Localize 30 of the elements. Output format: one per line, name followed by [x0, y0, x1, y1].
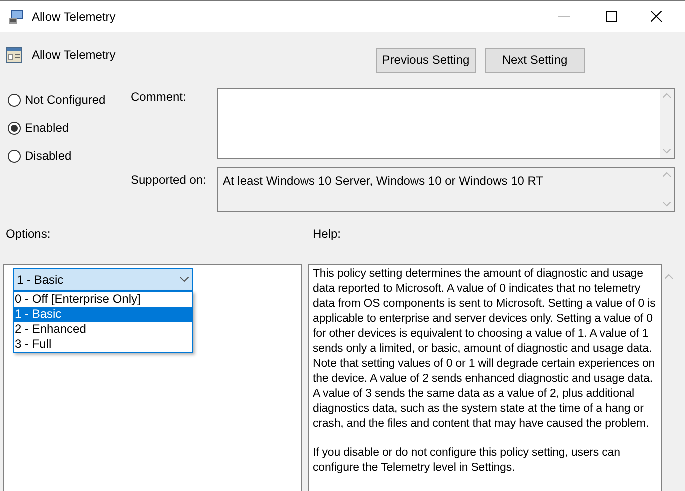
dropdown-option[interactable]: 0 - Off [Enterprise Only]: [14, 292, 192, 307]
chevron-down-icon: [180, 277, 189, 282]
computer-icon: [8, 8, 24, 24]
help-label: Help:: [313, 226, 342, 243]
comment-label: Comment:: [131, 89, 188, 106]
radio-button[interactable]: [8, 122, 21, 134]
nav-button[interactable]: Previous Setting: [376, 48, 476, 72]
radio-button[interactable]: [8, 94, 21, 106]
radio-button[interactable]: [8, 150, 21, 162]
radio-label: Disabled: [25, 148, 72, 165]
radio-label: Enabled: [25, 120, 70, 137]
comment-field[interactable]: [217, 88, 675, 159]
dropdown-value: 1 - Basic: [17, 272, 65, 288]
close-icon[interactable]: [651, 11, 662, 22]
window-title: Allow Telemetry: [32, 8, 116, 26]
help-text: If you disable or do not configure this policy setting, users can configure the Telemetry level in Settings.: [313, 446, 622, 476]
supported-on-text: At least Windows 10 Server, Windows 10 or Windows 10 RT: [222, 173, 545, 190]
supported-on-label: Supported on:: [131, 172, 208, 189]
help-text: This policy setting determines the amount of diagnostic and usage data reported to Microsoft. A value of 0 indicates that no telemetry data from OS components is sent to Microsoft. Setting a value of 0 is applicable to enterprise and server devices only. Setting a value of 0 for other devices is equivalent to choosing a value of 1. A value of 1 sends only a limited, or basic, amount of diagnostic and usage data. Note that setting values of 0 or 1 will degrade certain experiences on the device. A value of 2 sends enhanced diagnostic and usage data. A value of 3 sends the same data as a value of 2, plus additional diagnostics data, such as the system state at the time of a hang or crash, and the files and content that may have caused the problem.: [313, 267, 657, 432]
dropdown-option[interactable]: 3 - Full: [14, 337, 192, 352]
settings-page-icon: [6, 47, 22, 63]
options-dropdown[interactable]: 1 - Basic: [13, 268, 193, 291]
maximize-icon[interactable]: [606, 11, 617, 22]
radio-label: Not Configured: [25, 92, 106, 109]
dropdown-option[interactable]: 2 - Enhanced: [14, 322, 192, 337]
scrollbar[interactable]: [660, 89, 674, 158]
options-label: Options:: [6, 226, 52, 243]
policy-title: Allow Telemetry: [32, 47, 116, 64]
nav-button[interactable]: Next Setting: [485, 48, 585, 72]
dropdown-option[interactable]: 1 - Basic: [14, 307, 192, 322]
